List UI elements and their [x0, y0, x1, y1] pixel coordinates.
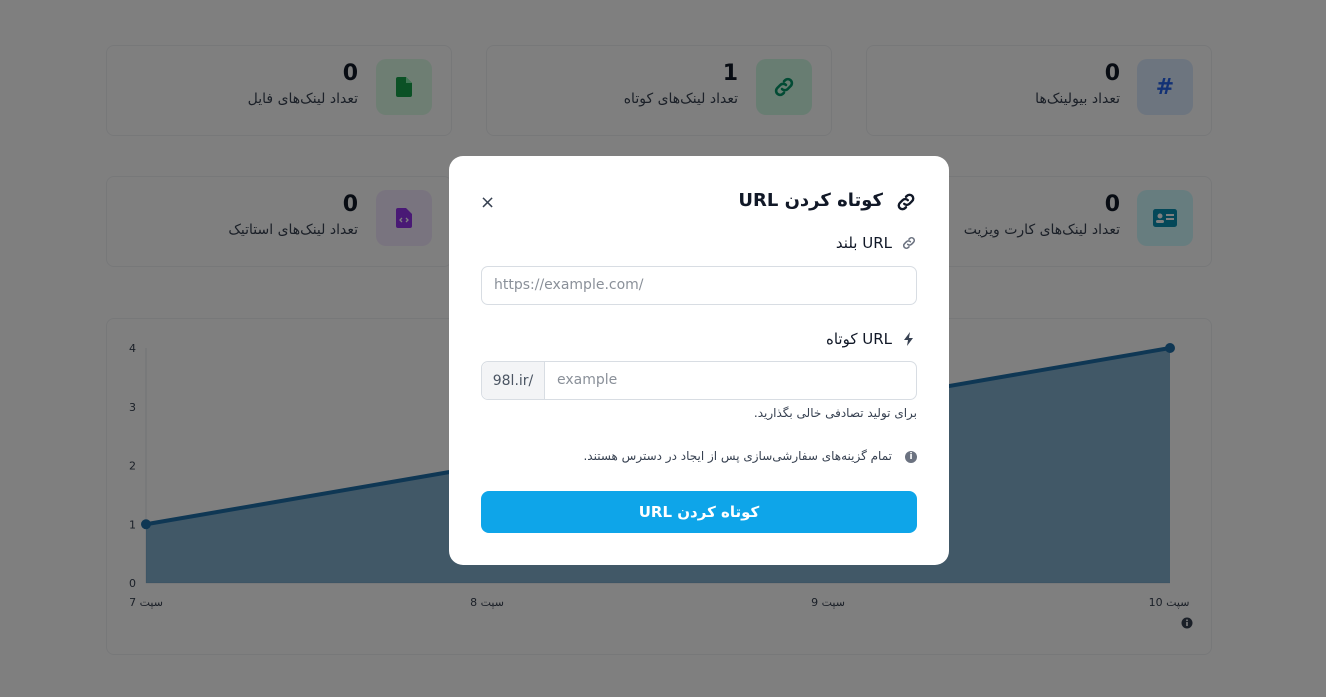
modal-title: کوتاه کردن URL: [738, 190, 883, 211]
short-url-placeholder: example: [557, 372, 618, 388]
long-url-label: URL بلند: [835, 234, 892, 252]
info-note: تمام گزینه‌های سفارشی‌سازی پس از ایجاد د…: [583, 449, 892, 463]
link-icon: [902, 236, 916, 250]
info-icon: i: [905, 451, 917, 463]
shorten-url-modal: × کوتاه کردن URL URL بلند https://exampl…: [449, 156, 949, 565]
long-url-placeholder: https://example.com/: [494, 277, 644, 293]
bolt-icon: [904, 332, 913, 346]
link-icon: [897, 193, 915, 211]
short-url-input[interactable]: 98l.ir/ example: [481, 361, 917, 400]
domain-prefix: 98l.ir/: [482, 362, 545, 399]
long-url-input[interactable]: https://example.com/: [481, 266, 917, 305]
short-url-label: URL کوتاه: [825, 330, 892, 348]
close-button[interactable]: ×: [480, 193, 495, 213]
shorten-url-submit-button[interactable]: کوتاه کردن URL: [481, 491, 917, 533]
short-url-help-text: برای تولید تصادفی خالی بگذارید.: [753, 406, 917, 420]
